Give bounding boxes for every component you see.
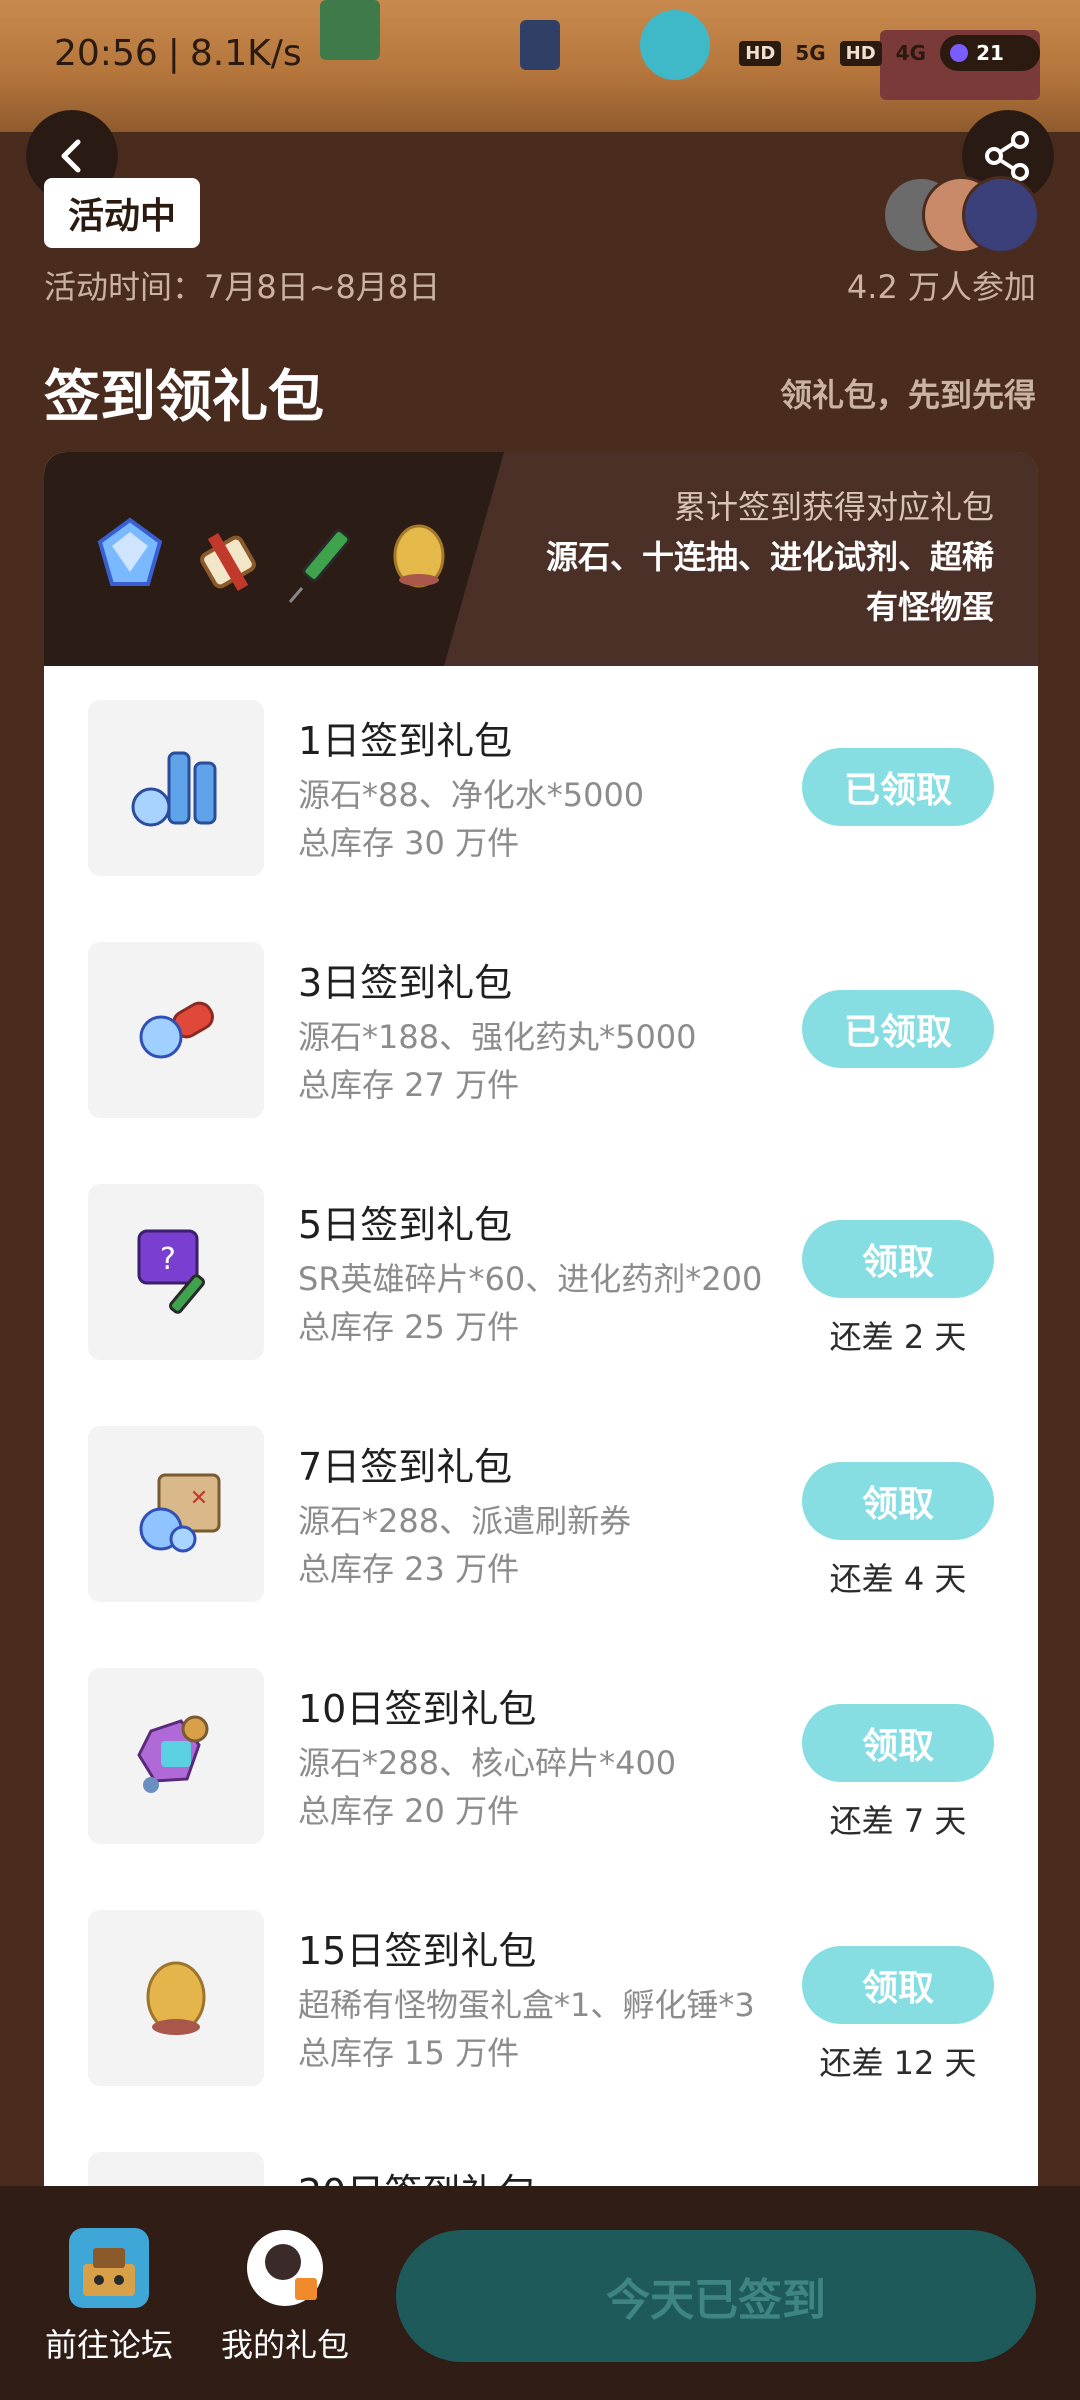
claim-button[interactable]: 领取 xyxy=(802,1704,994,1782)
forum-app-icon xyxy=(69,2228,149,2308)
syringe-icon xyxy=(288,528,351,603)
package-title: 15日签到礼包 xyxy=(298,1929,537,1973)
my-gifts-avatar-icon xyxy=(247,2230,323,2306)
days-remaining: 还差 7 天 xyxy=(829,1802,967,1840)
claim-button[interactable]: 领取 xyxy=(802,1220,994,1298)
chevron-left-icon xyxy=(61,139,81,173)
claim-button[interactable]: 领取 xyxy=(802,1946,994,2024)
section-subtitle: 领礼包，先到先得 xyxy=(779,376,1036,414)
gems-map-icon: ✕ xyxy=(139,1473,221,1553)
status-bar: 20:56 | 8.1K/s HD 5G HD 4G 21 xyxy=(54,28,1040,78)
package-stock: 总库存 20 万件 xyxy=(298,1792,520,1830)
gem-pill-icon xyxy=(139,1001,214,1059)
package-stock: 总库存 27 万件 xyxy=(298,1066,520,1104)
summary-items-line1: 源石、十连抽、进化试剂、超稀 xyxy=(545,538,994,576)
claimed-button[interactable]: 已领取 xyxy=(802,748,994,826)
package-row: 3日签到礼包 源石*188、强化药丸*5000 总库存 27 万件 已领取 xyxy=(44,908,1038,1150)
summary-header: 累计签到获得对应礼包 源石、十连抽、进化试剂、超稀 有怪物蛋 xyxy=(44,452,1038,666)
status-separator: | xyxy=(167,32,180,74)
water-bottles-icon xyxy=(131,751,217,827)
participant-avatars[interactable] xyxy=(882,176,1040,254)
package-thumbnail xyxy=(88,1910,264,2086)
battery-dot xyxy=(950,44,968,62)
package-row: ✕ 7日签到礼包 源石*288、派遣刷新券 总库存 23 万件 领取 还差 4 … xyxy=(44,1392,1038,1634)
battery-indicator: 21 xyxy=(940,35,1040,71)
network-5g: 5G xyxy=(795,41,826,65)
package-description: SR英雄碎片*60、进化药剂*200 xyxy=(298,1260,763,1298)
puzzle-syringe-icon: ? xyxy=(137,1229,205,1314)
battery-level: 21 xyxy=(976,41,1004,65)
status-time: 20:56 xyxy=(54,32,158,74)
package-thumbnail xyxy=(88,700,264,876)
package-row: 1日签到礼包 源石*88、净化水*5000 总库存 30 万件 已领取 xyxy=(44,666,1038,908)
svg-text:?: ? xyxy=(160,1242,176,1277)
share-icon xyxy=(985,131,1029,181)
my-gifts-label: 我的礼包 xyxy=(220,2326,349,2364)
package-stock: 总库存 30 万件 xyxy=(298,824,520,862)
package-description: 源石*288、核心碎片*400 xyxy=(298,1744,677,1782)
package-description: 源石*288、派遣刷新券 xyxy=(298,1502,632,1540)
core-shards-icon xyxy=(137,1715,209,1793)
participant-count: 4.2 万人参加 xyxy=(846,268,1036,306)
scroll-icon xyxy=(200,533,256,591)
golden-egg-icon xyxy=(146,1961,206,2035)
package-row: 10日签到礼包 源石*288、核心碎片*400 总库存 20 万件 领取 还差 … xyxy=(44,1634,1038,1876)
package-stock: 总库存 25 万件 xyxy=(298,1308,520,1346)
summary-items-line2: 有怪物蛋 xyxy=(865,588,994,626)
package-title: 5日签到礼包 xyxy=(298,1203,513,1247)
forum-link[interactable]: 前往论坛 xyxy=(34,2228,184,2366)
package-description: 超稀有怪物蛋礼盒*1、孵化锤*3 xyxy=(298,1986,755,2024)
status-speed: 8.1K/s xyxy=(189,32,302,74)
bottom-action-bar: 前往论坛 我的礼包 今天已签到 xyxy=(0,2186,1080,2400)
activity-time: 活动时间：7月8日~8月8日 xyxy=(44,268,441,306)
svg-text:✕: ✕ xyxy=(190,1486,208,1511)
package-thumbnail xyxy=(88,1668,264,1844)
forum-label: 前往论坛 xyxy=(44,2326,173,2364)
package-row: ? 5日签到礼包 SR英雄碎片*60、进化药剂*200 总库存 25 万件 领取… xyxy=(44,1150,1038,1392)
package-title: 10日签到礼包 xyxy=(298,1687,537,1731)
my-gifts-link[interactable]: 我的礼包 xyxy=(210,2228,360,2366)
package-stock: 总库存 15 万件 xyxy=(298,2034,520,2072)
package-thumbnail: ✕ xyxy=(88,1426,264,1602)
claimed-button[interactable]: 已领取 xyxy=(802,990,994,1068)
days-remaining: 还差 4 天 xyxy=(829,1560,967,1598)
days-remaining: 还差 12 天 xyxy=(819,2044,977,2082)
package-title: 1日签到礼包 xyxy=(298,719,513,763)
package-thumbnail xyxy=(88,942,264,1118)
package-title: 7日签到礼包 xyxy=(298,1445,513,1489)
package-thumbnail: ? xyxy=(88,1184,264,1360)
signed-today-button[interactable]: 今天已签到 xyxy=(396,2230,1036,2362)
package-title: 3日签到礼包 xyxy=(298,961,513,1005)
days-remaining: 还差 2 天 xyxy=(829,1318,967,1356)
gem-icon xyxy=(97,517,163,586)
activity-status-pill: 活动中 xyxy=(44,178,201,248)
egg-icon xyxy=(393,524,445,588)
summary-title: 累计签到获得对应礼包 xyxy=(673,488,994,526)
hd-badge: HD xyxy=(739,40,782,66)
signin-card: 累计签到获得对应礼包 源石、十连抽、进化试剂、超稀 有怪物蛋 1日签到礼包 源石… xyxy=(44,452,1038,2252)
network-4g: 4G xyxy=(895,41,926,65)
summary-text: 累计签到获得对应礼包 源石、十连抽、进化试剂、超稀 有怪物蛋 xyxy=(474,482,994,632)
package-description: 源石*88、净化水*5000 xyxy=(298,776,645,814)
summary-icons xyxy=(90,514,454,604)
avatar xyxy=(962,176,1040,254)
package-row: 15日签到礼包 超稀有怪物蛋礼盒*1、孵化锤*3 总库存 15 万件 领取 还差… xyxy=(44,1876,1038,2118)
package-stock: 总库存 23 万件 xyxy=(298,1550,520,1588)
section-title: 签到领礼包 xyxy=(44,365,324,430)
package-description: 源石*188、强化药丸*5000 xyxy=(298,1018,697,1056)
claim-button[interactable]: 领取 xyxy=(802,1462,994,1540)
hd-badge-2: HD xyxy=(839,40,882,66)
